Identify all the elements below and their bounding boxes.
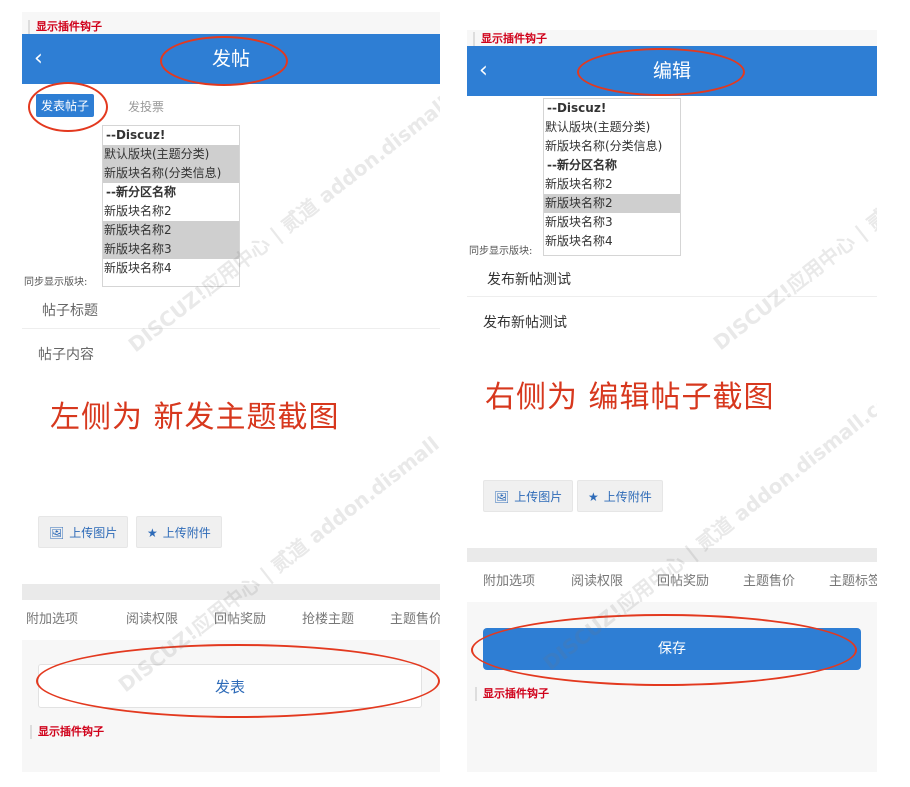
option-tab[interactable]: 主题售价 (390, 600, 440, 640)
subject-input[interactable]: 帖子标题 (42, 300, 98, 320)
option-tab[interactable]: 回帖奖励 (657, 562, 709, 602)
forum-option[interactable]: 新版块名称(分类信息) (544, 137, 680, 156)
section-gap (22, 584, 440, 600)
star-icon: ★ (588, 490, 599, 504)
annotation-caption: 左侧为 新发主题截图 (50, 400, 340, 435)
content-textarea[interactable]: 帖子内容 (38, 344, 94, 364)
forum-select-list[interactable]: --Discuz! 默认版块(主题分类) 新版块名称(分类信息) --新分区名称 新版块… (543, 98, 681, 256)
forum-option[interactable]: 新版块名称(分类信息) (103, 164, 239, 183)
forum-option[interactable]: 默认版块(主题分类) (544, 118, 680, 137)
image-icon: 🖼 (494, 490, 510, 504)
plugin-hook-bottom: 显示插件钩子 (30, 725, 104, 739)
left-screenshot-post-new: 显示插件钩子 ‹ 发帖 发表帖子 发投票 --Discuz! 默认版块(主题分类)… (22, 12, 440, 772)
page-title: 发帖 (211, 48, 250, 70)
forum-option[interactable]: 新版块名称4 (544, 232, 680, 251)
save-button[interactable]: 保存 (483, 628, 861, 670)
form-area: --Discuz! 默认版块(主题分类) 新版块名称(分类信息) --新分区名称 新版块… (467, 96, 877, 548)
page-title: 编辑 (652, 60, 691, 82)
upload-image-label: 上传图片 (69, 526, 118, 540)
plugin-hook-bottom: 显示插件钩子 (475, 687, 549, 701)
image-icon: 🖼 (49, 526, 65, 540)
forum-option[interactable]: 新版块名称3 (103, 240, 239, 259)
sync-forum-label: 同步显示版块: (469, 246, 533, 257)
divider (467, 296, 877, 297)
option-tabs: 附加选项 阅读权限 回帖奖励 主题售价 主题标签 (467, 562, 877, 602)
content-textarea[interactable]: 发布新帖测试 (483, 312, 567, 332)
option-tab[interactable]: 附加选项 (483, 562, 535, 602)
option-tab[interactable]: 阅读权限 (126, 600, 178, 640)
forum-option[interactable]: 新版块名称2 (544, 194, 680, 213)
upload-image-button[interactable]: 🖼 上传图片 (38, 516, 129, 548)
right-screenshot-edit-post: 显示插件钩子 ‹ 编辑 --Discuz! 默认版块(主题分类) 新版块名称(分类信… (467, 30, 877, 772)
option-tab[interactable]: 主题标签 (829, 562, 877, 602)
option-tab[interactable]: 附加选项 (26, 600, 78, 640)
upload-image-button[interactable]: 🖼 上传图片 (483, 480, 574, 512)
submit-button[interactable]: 发表 (38, 664, 422, 708)
option-tabs: 附加选项 阅读权限 回帖奖励 抢楼主题 主题售价 (22, 600, 440, 640)
option-tab[interactable]: 主题售价 (743, 562, 795, 602)
star-icon: ★ (147, 526, 158, 540)
option-tab[interactable]: 回帖奖励 (214, 600, 266, 640)
subject-input[interactable]: 发布新帖测试 (487, 269, 571, 289)
section-gap (467, 548, 877, 562)
forum-option[interactable]: 新版块名称3 (544, 213, 680, 232)
forum-group-option[interactable]: --新分区名称 (544, 156, 680, 175)
forum-group-option[interactable]: --Discuz! (103, 126, 239, 145)
header-bar: ‹ 编辑 (467, 46, 877, 96)
forum-option[interactable]: 默认版块(主题分类) (103, 145, 239, 164)
forum-select-list[interactable]: --Discuz! 默认版块(主题分类) 新版块名称(分类信息) --新分区名称 新版块… (102, 125, 240, 287)
annotation-caption: 右侧为 编辑帖子截图 (485, 380, 775, 415)
forum-option[interactable]: 新版块名称2 (103, 202, 239, 221)
forum-option[interactable]: 新版块名称2 (103, 221, 239, 240)
option-tab[interactable]: 阅读权限 (571, 562, 623, 602)
header-bar: ‹ 发帖 (22, 34, 440, 84)
tab-post-thread[interactable]: 发表帖子 (36, 94, 95, 117)
plugin-hook-top: 显示插件钩子 (28, 20, 102, 34)
option-tab[interactable]: 抢楼主题 (302, 600, 354, 640)
divider (22, 328, 440, 329)
upload-attachment-label: 上传附件 (162, 526, 211, 540)
sync-forum-label: 同步显示版块: (24, 277, 88, 288)
upload-image-label: 上传图片 (514, 490, 563, 504)
form-area: 发表帖子 发投票 --Discuz! 默认版块(主题分类) 新版块名称(分类信息) -… (22, 84, 440, 584)
plugin-hook-top: 显示插件钩子 (473, 32, 547, 46)
forum-group-option[interactable]: --Discuz! (544, 99, 680, 118)
forum-option[interactable]: 新版块名称4 (103, 259, 239, 278)
upload-attachment-button[interactable]: ★ 上传附件 (136, 516, 222, 548)
forum-option[interactable]: 新版块名称2 (544, 175, 680, 194)
tab-post-poll[interactable]: 发投票 (128, 98, 164, 115)
forum-group-option[interactable]: --新分区名称 (103, 183, 239, 202)
upload-attachment-label: 上传附件 (603, 490, 652, 504)
upload-attachment-button[interactable]: ★ 上传附件 (577, 480, 663, 512)
